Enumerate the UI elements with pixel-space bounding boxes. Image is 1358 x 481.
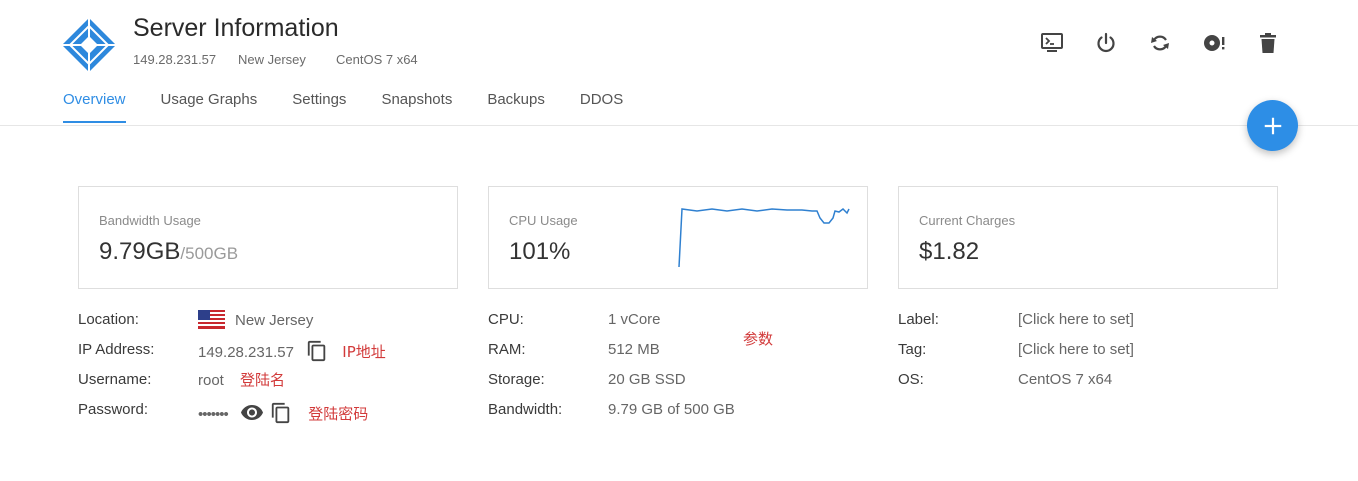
os-row: OS: CentOS 7 x64 [898, 370, 1298, 400]
us-flag-icon [198, 310, 225, 329]
power-button[interactable] [1094, 30, 1118, 56]
server-logo-icon [62, 18, 116, 72]
username-annotation: 登陆名 [240, 371, 286, 389]
header-os: CentOS 7 x64 [336, 52, 418, 67]
tabs-divider [0, 125, 1358, 126]
cpu-card-value: 101% [509, 238, 571, 265]
location-value: New Jersey [235, 312, 314, 329]
spec-details: CPU: 1 vCore RAM: 512 MB Storage: 20 GB … [488, 310, 888, 430]
location-row: Location: New Jersey [78, 310, 478, 340]
cpu-row: CPU: 1 vCore [488, 310, 888, 340]
tab-backups[interactable]: Backups [487, 91, 545, 123]
restart-button[interactable] [1148, 30, 1172, 56]
console-icon [1041, 33, 1063, 52]
storage-row: Storage: 20 GB SSD [488, 370, 888, 400]
add-button[interactable] [1247, 100, 1298, 151]
password-annotation: 登陆密码 [308, 405, 369, 423]
ip-annotation: IP地址 [342, 343, 386, 361]
ram-row: RAM: 512 MB [488, 340, 888, 370]
tab-ddos[interactable]: DDOS [580, 91, 623, 123]
tab-settings[interactable]: Settings [292, 91, 346, 123]
trash-icon [1260, 33, 1276, 53]
bandwidth-card-label: Bandwidth Usage [99, 213, 201, 228]
ram-value: 512 MB [608, 341, 660, 358]
tab-snapshots[interactable]: Snapshots [381, 91, 452, 123]
cpu-label: CPU: [488, 311, 524, 328]
ram-label: RAM: [488, 341, 526, 358]
cpu-card-label: CPU Usage [509, 213, 578, 228]
cpu-card: CPU Usage 101% [488, 186, 868, 289]
os-value: CentOS 7 x64 [1018, 371, 1113, 388]
params-annotation: 参数 [743, 330, 774, 348]
bandwidth-total: /500GB [180, 244, 239, 263]
cpu-sparkline [678, 208, 850, 268]
page-title: Server Information [133, 14, 339, 42]
meta-details: Label: [Click here to set] Tag: [Click h… [898, 310, 1298, 400]
username-row: Username: root 登陆名 [78, 370, 478, 400]
reinstall-icon [1204, 35, 1225, 51]
password-row: Password: ••••••• 登陆密码 [78, 400, 478, 430]
copy-ip-icon[interactable] [306, 340, 328, 362]
bandwidth-card: Bandwidth Usage 9.79GB/500GB [78, 186, 458, 289]
bandwidth-card-value: 9.79GB/500GB [99, 238, 238, 266]
server-subinfo: 149.28.231.57 New Jersey CentOS 7 x64 [133, 52, 418, 67]
copy-password-icon[interactable] [270, 402, 292, 424]
restart-icon [1151, 35, 1169, 51]
ip-row: IP Address: 149.28.231.57 IP地址 [78, 340, 478, 370]
bandwidth-row: Bandwidth: 9.79 GB of 500 GB [488, 400, 888, 430]
label-label: Label: [898, 311, 939, 328]
set-tag-link[interactable]: [Click here to set] [1018, 340, 1134, 360]
access-details: Location: New Jersey IP Address: 149.28.… [78, 310, 478, 430]
destroy-button[interactable] [1256, 30, 1280, 56]
password-label: Password: [78, 401, 149, 418]
reinstall-button[interactable] [1202, 30, 1226, 56]
header-location: New Jersey [238, 52, 306, 67]
show-password-eye-icon[interactable] [240, 400, 264, 424]
storage-value: 20 GB SSD [608, 371, 686, 388]
storage-label: Storage: [488, 371, 545, 388]
label-row: Label: [Click here to set] [898, 310, 1298, 340]
header-ip: 149.28.231.57 [133, 52, 217, 67]
username-label: Username: [78, 371, 152, 388]
ip-value: 149.28.231.57 [198, 344, 294, 361]
plus-icon [1264, 117, 1281, 134]
location-label: Location: [78, 311, 139, 328]
tab-overview[interactable]: Overview [63, 91, 126, 123]
charges-card-value: $1.82 [919, 238, 980, 265]
tab-usage-graphs[interactable]: Usage Graphs [161, 91, 258, 123]
bandwidth-link[interactable]: 9.79 GB of 500 GB [608, 400, 735, 420]
charges-card: Current Charges $1.82 [898, 186, 1278, 289]
power-icon [1097, 32, 1115, 53]
bandwidth-label: Bandwidth: [488, 401, 563, 418]
cpu-value: 1 vCore [608, 311, 661, 328]
tag-label: Tag: [898, 341, 927, 358]
tag-row: Tag: [Click here to set] [898, 340, 1298, 370]
password-value: ••••••• [198, 406, 229, 423]
console-button[interactable] [1040, 30, 1064, 56]
os-label: OS: [898, 371, 924, 388]
server-actions [1040, 30, 1310, 56]
set-label-link[interactable]: [Click here to set] [1018, 310, 1134, 330]
server-tabs: Overview Usage Graphs Settings Snapshots… [63, 91, 658, 123]
charges-card-label: Current Charges [919, 213, 1016, 228]
ip-label: IP Address: [78, 341, 155, 358]
username-value: root [198, 372, 224, 389]
bandwidth-used: 9.79GB [99, 238, 181, 265]
